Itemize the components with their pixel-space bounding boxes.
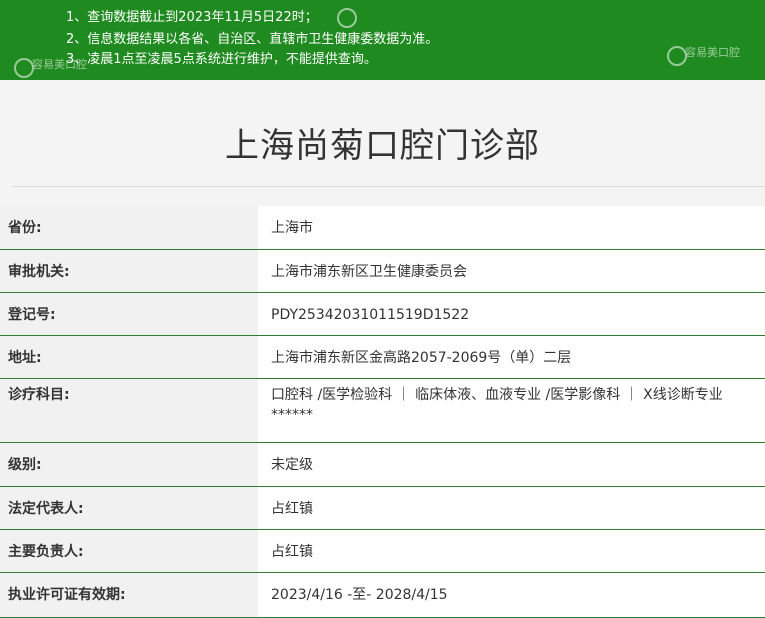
row-value: 占红镇 <box>258 487 765 529</box>
row-label: 登记号: <box>0 293 258 335</box>
row-label: 级别: <box>0 443 258 486</box>
table-row-registration-no: 登记号: PDY25342031011519D1522 <box>0 293 765 336</box>
row-value: 上海市 <box>258 206 765 249</box>
table-row-license-validity: 执业许可证有效期: 2023/4/16 -至- 2028/4/15 <box>0 573 765 618</box>
notice-line-1: 1、查询数据截止到2023年11月5日22时； <box>66 10 318 25</box>
row-value: 2023/4/16 -至- 2028/4/15 <box>258 573 765 617</box>
info-table: 省份: 上海市 审批机关: 上海市浦东新区卫生健康委员会 登记号: PDY253… <box>0 206 765 618</box>
row-label: 执业许可证有效期: <box>0 573 258 617</box>
table-row-principal: 主要负责人: 占红镇 <box>0 530 765 573</box>
row-value: 上海市浦东新区金高路2057-2069号（单）二层 <box>258 336 765 378</box>
watermark-logo-icon <box>667 46 687 66</box>
table-row-legal-representative: 法定代表人: 占红镇 <box>0 487 765 530</box>
notice-banner: 容易美口腔 容易美口腔 1、查询数据截止到2023年11月5日22时； 2、信息… <box>0 0 765 80</box>
table-row-province: 省份: 上海市 <box>0 206 765 250</box>
watermark-logo-icon <box>337 8 357 28</box>
table-row-level: 级别: 未定级 <box>0 443 765 487</box>
watermark-logo-icon <box>14 58 34 78</box>
notice-line-2: 2、信息数据结果以各省、自治区、直辖市卫生健康委数据为准。 <box>66 32 439 47</box>
row-label: 主要负责人: <box>0 530 258 572</box>
page-title: 上海尚菊口腔门诊部 <box>225 126 540 166</box>
row-label: 法定代表人: <box>0 487 258 529</box>
title-divider <box>12 186 765 187</box>
row-value: 上海市浦东新区卫生健康委员会 <box>258 250 765 292</box>
row-value: 未定级 <box>258 443 765 486</box>
row-value: 占红镇 <box>258 530 765 572</box>
row-value: 口腔科 /医学检验科 ｜ 临床体液、血液专业 /医学影像科 ｜ X线诊断专业 *… <box>258 379 765 442</box>
table-row-departments: 诊疗科目: 口腔科 /医学检验科 ｜ 临床体液、血液专业 /医学影像科 ｜ X线… <box>0 379 765 443</box>
row-label: 诊疗科目: <box>0 379 258 442</box>
table-row-address: 地址: 上海市浦东新区金高路2057-2069号（单）二层 <box>0 336 765 379</box>
row-label: 地址: <box>0 336 258 378</box>
row-label: 省份: <box>0 206 258 249</box>
row-value: PDY25342031011519D1522 <box>258 293 765 335</box>
watermark-text: 容易美口腔 <box>685 46 740 59</box>
table-row-authority: 审批机关: 上海市浦东新区卫生健康委员会 <box>0 250 765 293</box>
row-label: 审批机关: <box>0 250 258 292</box>
notice-line-3: 3、凌晨1点至凌晨5点系统进行维护，不能提供查询。 <box>66 52 377 67</box>
